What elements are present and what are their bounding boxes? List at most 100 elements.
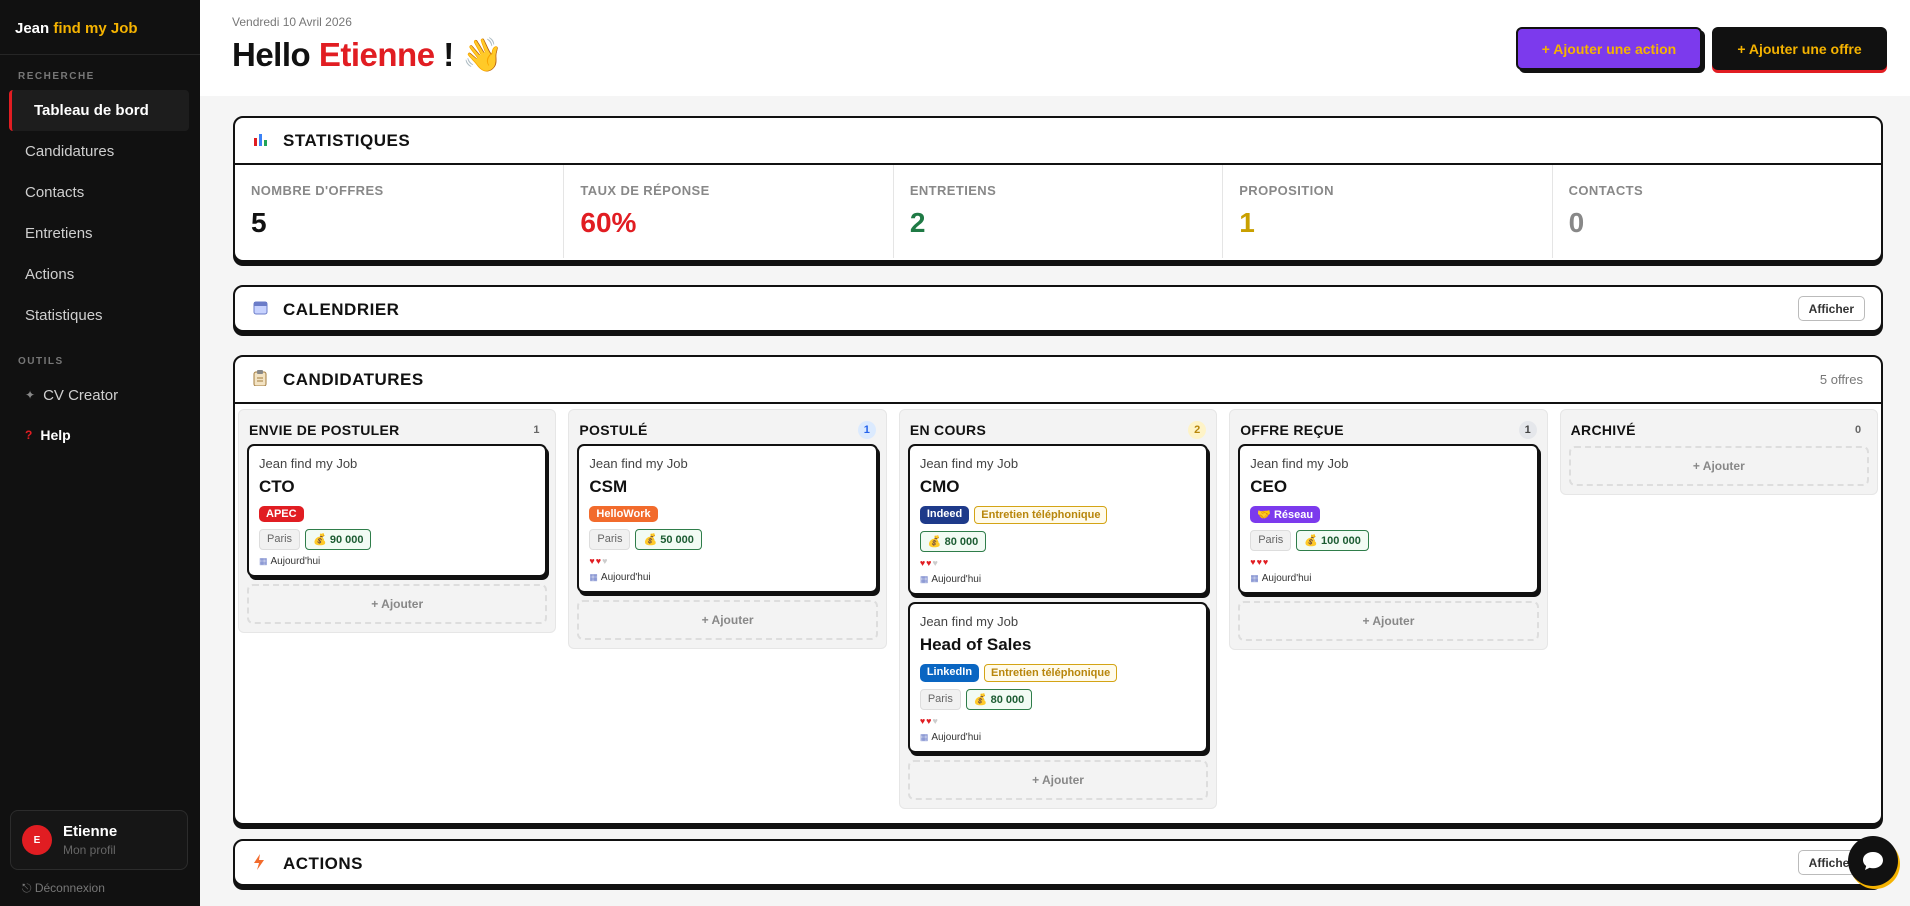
column-header: POSTULÉ 1 [577,416,877,444]
logout-link[interactable]: ⎋ Déconnexion [22,881,105,896]
job-card[interactable]: Jean find my Job CEO 🤝 Réseau Paris 💰 10… [1238,444,1539,594]
stat-label: TAUX DE RÉPONSE [580,183,710,198]
offers-count: 5 offres [1819,372,1863,387]
card-role: CTO [259,477,295,496]
sidebar-item-actions[interactable]: Actions [0,254,200,295]
source-badge: APEC [259,506,304,522]
source-badge: Indeed [919,506,970,524]
salary-badge: 💰 100 000 [1296,530,1369,551]
add-offer-button[interactable]: + Ajouter une offre [1712,27,1887,70]
due-value: Aujourd'hui [270,556,321,567]
kanban-column-postule: POSTULÉ 1 Jean find my Job CSM HelloWork… [568,409,887,649]
card-tags: LinkedIn Entretien téléphonique [919,664,1196,682]
wave-icon: 👋 [462,36,503,73]
candidatures-panel: CANDIDATURES 5 offres ENVIE DE POSTULER … [233,355,1883,825]
card-company: Jean find my Job [259,456,358,471]
job-card[interactable]: Jean find my Job CTO APEC Paris 💰 90 000… [247,444,548,577]
sidebar-item-cv-creator[interactable]: ✦ CV Creator [0,375,200,415]
candidatures-header: CANDIDATURES [235,357,1881,402]
column-count: 1 [1518,421,1537,439]
add-card-button[interactable]: + Ajouter [247,584,548,624]
calendar-show-button[interactable]: Afficher [1797,296,1865,321]
due-date: ▦ Aujourd'hui [259,556,535,567]
column-header: ENVIE DE POSTULER 1 [247,416,547,444]
add-card-button[interactable]: + Ajouter [1568,446,1870,486]
column-header: OFFRE REÇUE 1 [1238,416,1538,444]
question-icon: ? [25,428,33,442]
card-tags: HelloWork [589,506,865,522]
sidebar-item-statistiques[interactable]: Statistiques [0,295,200,336]
card-role: CSM [589,477,628,496]
calendar-icon: ▦ [259,556,268,566]
profile-card[interactable]: E Etienne Mon profil [10,810,188,870]
brand-accent: find my Job [53,20,138,37]
column-title: EN COURS [909,422,987,438]
add-card-button[interactable]: + Ajouter [1238,601,1539,641]
current-date: Vendredi 10 Avril 2026 [232,15,352,29]
card-meta: Paris 💰 90 000 [259,529,535,550]
add-action-button[interactable]: + Ajouter une action [1516,27,1702,70]
logout-icon: ⎋ [22,881,35,895]
job-card[interactable]: Jean find my Job Head of Sales LinkedIn … [907,602,1209,753]
bar-chart-icon [253,132,273,150]
sidebar-item-entretiens[interactable]: Entretiens [0,213,200,254]
sidebar-item-label: CV Creator [43,386,119,404]
salary-value: 100 000 [1321,535,1361,547]
chat-bubble-icon[interactable] [1848,836,1898,886]
due-value: Aujourd'hui [600,572,651,583]
column-title: OFFRE REÇUE [1240,422,1344,438]
card-tags: 🤝 Réseau [1250,506,1526,523]
money-bag-icon: 💰 [1304,535,1322,547]
card-company: Jean find my Job [919,456,1019,471]
money-bag-icon: 💰 [973,694,991,706]
card-meta: Paris 💰 80 000 [919,689,1196,710]
money-bag-icon: 💰 [927,536,945,548]
greeting-text: Hello [232,36,319,73]
due-date: ▦ Aujourd'hui [920,732,1196,743]
stat-offres: NOMBRE D'OFFRES 5 [235,165,565,258]
sidebar-item-contacts[interactable]: Contacts [0,172,200,213]
card-company: Jean find my Job [919,614,1019,629]
clipboard-icon [253,369,273,390]
job-card[interactable]: Jean find my Job CMO Indeed Entretien té… [907,444,1209,595]
stat-contacts: CONTACTS 0 [1553,165,1881,258]
salary-badge: 💰 80 000 [965,689,1033,710]
interest-rating: ♥♥♥ [1250,557,1526,567]
card-company: Jean find my Job [1250,456,1349,471]
add-card-button[interactable]: + Ajouter [577,600,878,640]
stat-value: 5 [251,207,267,238]
job-card[interactable]: Jean find my Job CSM HelloWork Paris 💰 5… [577,444,878,593]
interest-rating: ♥♥♥ [589,556,865,566]
sidebar-item-help[interactable]: ? Help [0,415,200,455]
column-title: ENVIE DE POSTULER [249,422,400,438]
stat-label: NOMBRE D'OFFRES [251,183,384,198]
hearts-off: ♥ [932,558,939,568]
app-logo[interactable]: Jean find my Job [0,0,200,55]
column-count: 1 [857,421,876,439]
lightning-icon [253,853,273,874]
salary-value: 80 000 [990,694,1025,706]
hearts-off: ♥ [602,556,609,566]
card-meta: Paris 💰 50 000 [589,529,865,550]
kanban-column-en-cours: EN COURS 2 Jean find my Job CMO Indeed E… [898,409,1218,809]
hearts-on: ♥♥♥ [1250,557,1270,567]
profile-name: Etienne [63,823,118,840]
due-date: ▦ Aujourd'hui [920,574,1196,585]
actions-header: ACTIONS [235,841,1881,886]
salary-value: 80 000 [944,536,979,548]
add-card-button[interactable]: + Ajouter [907,760,1209,800]
sidebar-item-dashboard[interactable]: Tableau de bord [9,90,189,131]
sidebar-item-candidatures[interactable]: Candidatures [0,131,200,172]
interest-rating: ♥♥♥ [920,558,1196,568]
stat-value: 0 [1568,207,1585,238]
source-badge: HelloWork [589,506,658,522]
calendar-icon: ▦ [1250,573,1259,583]
stage-badge: Entretien téléphonique [974,506,1108,524]
logout-label: Déconnexion [34,881,105,895]
stat-taux-reponse: TAUX DE RÉPONSE 60% [564,165,894,258]
card-tags: Indeed Entretien téléphonique [919,506,1196,524]
stage-badge: Entretien téléphonique [984,664,1118,682]
stat-entretiens: ENTRETIENS 2 [894,165,1224,258]
salary-value: 50 000 [660,534,694,546]
stat-label: PROPOSITION [1239,183,1334,198]
